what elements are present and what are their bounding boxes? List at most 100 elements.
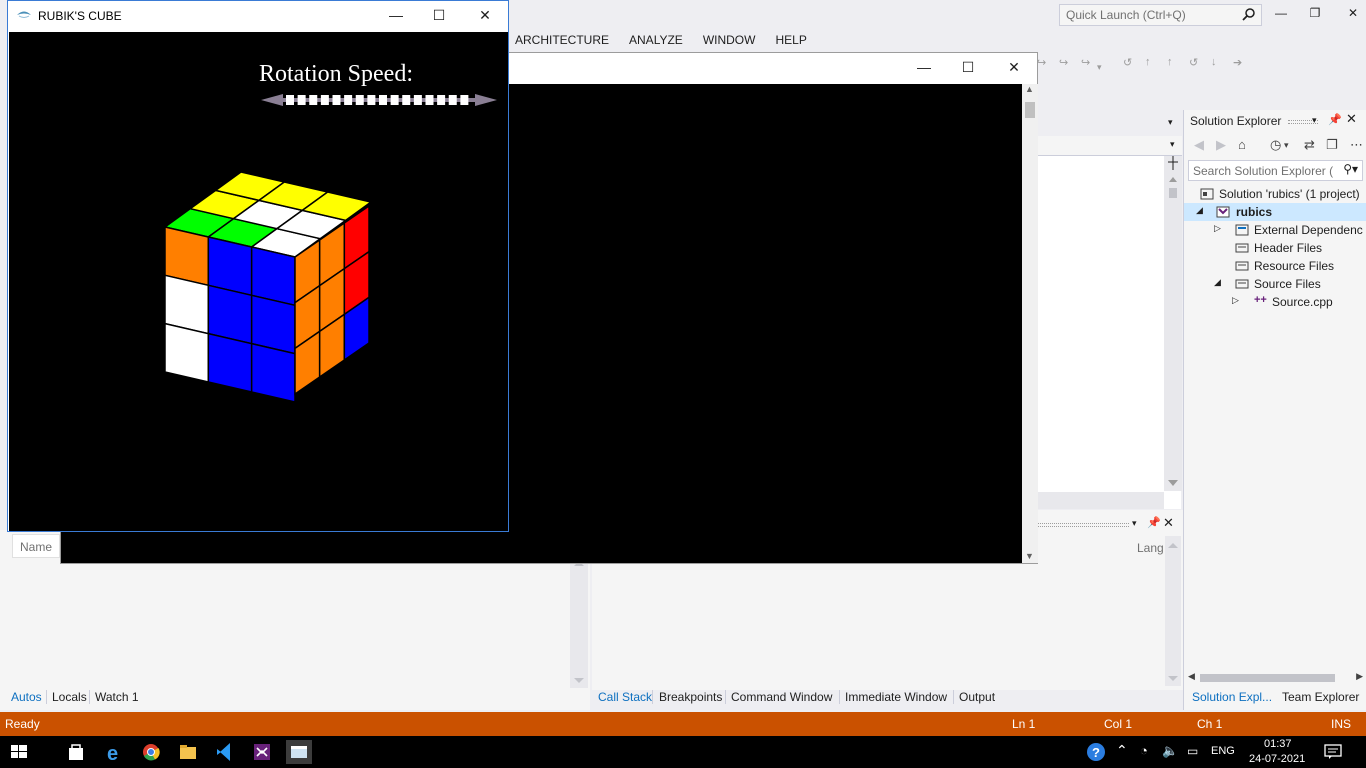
collapsed-arrow-icon[interactable]: ▷: [1232, 295, 1242, 306]
quick-launch-input[interactable]: Quick Launch (Ctrl+Q): [1059, 4, 1262, 26]
tree-item-external-deps[interactable]: ▷ External Dependenc: [1184, 221, 1366, 239]
clock-date[interactable]: 24-07-2021: [1249, 753, 1305, 765]
close-icon[interactable]: ✕: [1342, 6, 1364, 24]
toolbar-icon[interactable]: ↪: [1081, 56, 1095, 70]
menu-architecture[interactable]: ARCHITECTURE: [505, 30, 619, 50]
toolbar-icon[interactable]: ↑: [1145, 56, 1159, 70]
scroll-right-icon[interactable]: ▶: [1356, 671, 1363, 682]
file-explorer-icon[interactable]: [175, 740, 201, 764]
lang-column-header[interactable]: Lang: [1037, 538, 1165, 558]
close-icon[interactable]: ✕: [1163, 515, 1174, 531]
speed-step[interactable]: [448, 95, 457, 105]
tab-output[interactable]: Output: [959, 690, 995, 704]
tree-item-project[interactable]: ◢ rubics: [1184, 203, 1366, 221]
autos-vertical-scrollbar[interactable]: [570, 560, 588, 688]
speed-decrease-arrow[interactable]: [261, 94, 283, 106]
chevron-up-icon[interactable]: ⌃: [1116, 742, 1128, 759]
tab-solution-explorer[interactable]: Solution Expl...: [1192, 690, 1272, 704]
speed-step[interactable]: [355, 95, 364, 105]
scroll-up-icon[interactable]: ▲: [1025, 84, 1034, 94]
chevron-down-icon[interactable]: ▾: [1312, 115, 1317, 126]
tree-item-header-files[interactable]: Header Files: [1184, 239, 1366, 257]
tab-watch-1[interactable]: Watch 1: [95, 690, 139, 704]
close-icon[interactable]: ✕: [475, 7, 495, 25]
toolbar-icon[interactable]: ↺: [1189, 56, 1203, 70]
sync-icon[interactable]: ⇄: [1304, 137, 1315, 153]
speed-step[interactable]: [390, 95, 399, 105]
speed-step[interactable]: [413, 95, 422, 105]
pin-icon[interactable]: 📌: [1328, 113, 1342, 126]
pin-icon[interactable]: 📌: [1147, 516, 1161, 529]
speed-step[interactable]: [309, 95, 318, 105]
visual-studio-icon[interactable]: [249, 740, 275, 764]
tab-autos[interactable]: Autos: [11, 690, 42, 704]
speed-step[interactable]: [286, 95, 294, 105]
toolbar-icon[interactable]: ↪: [1059, 56, 1073, 70]
speed-step[interactable]: [425, 95, 434, 105]
vscode-icon[interactable]: [212, 740, 238, 764]
more-icon[interactable]: ⋯: [1350, 137, 1363, 153]
scroll-thumb[interactable]: [1200, 674, 1335, 682]
expanded-arrow-icon[interactable]: ◢: [1196, 205, 1206, 216]
toolbar-dropdown-icon[interactable]: ▾: [1097, 62, 1111, 76]
split-scrollbar[interactable]: [1165, 120, 1181, 490]
tab-command-window[interactable]: Command Window: [731, 690, 832, 704]
toolbar-icon[interactable]: ↪: [1037, 56, 1051, 70]
chrome-icon[interactable]: [138, 740, 164, 764]
speed-step[interactable]: [379, 95, 387, 105]
close-icon[interactable]: ✕: [1346, 111, 1357, 127]
maximize-icon[interactable]: ☐: [958, 59, 978, 77]
speed-step[interactable]: [320, 95, 329, 105]
clock-time[interactable]: 01:37: [1264, 738, 1292, 750]
forward-icon[interactable]: ▶: [1216, 137, 1226, 153]
rubiks-cube[interactable]: [149, 162, 369, 402]
console-app-icon[interactable]: [286, 740, 312, 764]
speed-step[interactable]: [367, 95, 376, 105]
scroll-thumb[interactable]: [1025, 102, 1035, 118]
chevron-down-icon[interactable]: ▾: [1284, 140, 1289, 151]
scroll-left-icon[interactable]: ◀: [1188, 671, 1195, 682]
console-vertical-scrollbar[interactable]: ▲ ▼: [1022, 84, 1038, 563]
tab-breakpoints[interactable]: Breakpoints: [659, 690, 722, 704]
render-canvas[interactable]: Rotation Speed:: [9, 32, 508, 531]
back-icon[interactable]: ◀: [1194, 137, 1204, 153]
language-indicator[interactable]: ENG: [1211, 745, 1235, 757]
edge-icon[interactable]: e: [101, 740, 127, 764]
menu-analyze[interactable]: ANALYZE: [619, 30, 693, 50]
expanded-arrow-icon[interactable]: ◢: [1214, 277, 1224, 288]
volume-muted-icon[interactable]: 🔈: [1162, 743, 1178, 759]
speed-step[interactable]: [437, 95, 446, 105]
notifications-icon[interactable]: [1324, 744, 1342, 760]
chevron-down-icon[interactable]: ▾: [1132, 518, 1137, 529]
store-icon[interactable]: [63, 740, 89, 764]
close-icon[interactable]: ✕: [1004, 59, 1024, 77]
menu-help[interactable]: HELP: [765, 30, 816, 50]
toolbar-icon[interactable]: ↓: [1211, 56, 1225, 70]
tree-item-source-cpp[interactable]: ▷ ++ Source.cpp: [1184, 293, 1366, 311]
tab-immediate-window[interactable]: Immediate Window: [845, 690, 947, 704]
minimize-icon[interactable]: —: [386, 7, 406, 25]
wifi-icon[interactable]: ◔: [1140, 743, 1148, 758]
tab-call-stack[interactable]: Call Stack: [598, 690, 652, 704]
editor-horizontal-scrollbar[interactable]: [1038, 492, 1164, 509]
tab-team-explorer[interactable]: Team Explorer: [1282, 690, 1359, 704]
minimize-icon[interactable]: —: [914, 59, 934, 77]
solution-horizontal-scrollbar[interactable]: ◀ ▶: [1188, 671, 1363, 684]
tree-item-solution[interactable]: Solution 'rubics' (1 project): [1184, 185, 1366, 203]
speed-step[interactable]: [402, 95, 411, 105]
toolbar-icon[interactable]: ↑: [1167, 56, 1181, 70]
collapsed-arrow-icon[interactable]: ▷: [1214, 223, 1224, 234]
toolbar-icon[interactable]: ↺: [1123, 56, 1137, 70]
scroll-down-icon[interactable]: ▼: [1025, 551, 1034, 561]
collapse-all-icon[interactable]: ❐: [1326, 137, 1338, 153]
tree-item-source-files[interactable]: ◢ Source Files: [1184, 275, 1366, 293]
menu-window[interactable]: WINDOW: [693, 30, 766, 50]
tab-locals[interactable]: Locals: [52, 690, 87, 704]
panel-grip[interactable]: [1037, 523, 1129, 527]
minimize-icon[interactable]: —: [1270, 6, 1292, 24]
help-icon[interactable]: ?: [1085, 741, 1107, 763]
windows-start-icon[interactable]: [6, 740, 32, 764]
speed-step[interactable]: [332, 95, 341, 105]
speed-step[interactable]: [344, 95, 353, 105]
home-icon[interactable]: ⌂: [1238, 137, 1246, 152]
